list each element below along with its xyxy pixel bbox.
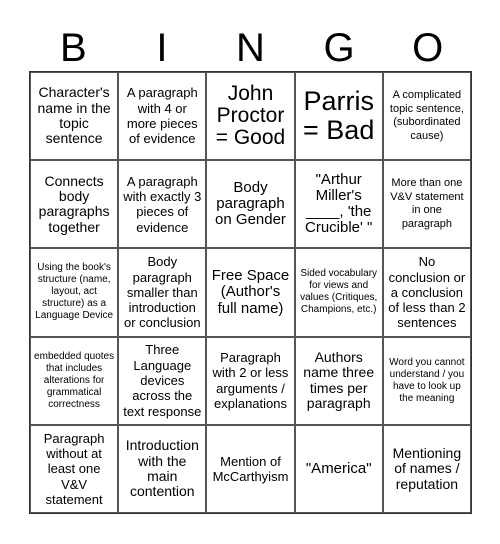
bingo-cell[interactable]: Mention of McCarthyism bbox=[206, 424, 295, 513]
bingo-cell[interactable]: No conclusion or a conclusion of less th… bbox=[382, 248, 471, 337]
header-letter-g: G bbox=[323, 26, 355, 70]
header-letter-b: B bbox=[59, 26, 87, 70]
bingo-cell[interactable]: Mentioning of names / reputation bbox=[382, 424, 471, 513]
bingo-cell[interactable]: A complicated topic sentence, (subordina… bbox=[382, 72, 471, 161]
bingo-cell[interactable]: Introduction with the main contention bbox=[118, 424, 207, 513]
bingo-cell[interactable]: A paragraph with exactly 3 pieces of evi… bbox=[118, 160, 207, 249]
bingo-cell[interactable]: Connects body paragraphs together bbox=[30, 160, 119, 249]
bingo-cell[interactable]: Three Language devices across the text r… bbox=[118, 336, 207, 425]
bingo-cell[interactable]: Authors name three times per paragraph bbox=[294, 336, 383, 425]
bingo-cell[interactable]: Paragraph with 2 or less arguments / exp… bbox=[206, 336, 295, 425]
bingo-cell[interactable]: Body paragraph smaller than introduction… bbox=[118, 248, 207, 337]
bingo-cell[interactable]: Using the book's structure (name, layout… bbox=[30, 248, 119, 337]
bingo-cell[interactable]: A paragraph with 4 or more pieces of evi… bbox=[118, 72, 207, 161]
bingo-cell[interactable]: Word you cannot understand / you have to… bbox=[382, 336, 471, 425]
bingo-cell[interactable]: "Arthur Miller's ____, 'the Crucible' " bbox=[294, 160, 383, 249]
bingo-card-grid: Character's name in the topic sentence A… bbox=[29, 71, 472, 514]
header-letter-o: O bbox=[412, 26, 444, 70]
bingo-cell[interactable]: More than one V&V statement in one parag… bbox=[382, 160, 471, 249]
bingo-cell[interactable]: Sided vocabulary for views and values (C… bbox=[294, 248, 383, 337]
bingo-cell[interactable]: John Proctor = Good bbox=[206, 72, 295, 161]
header-letter-i: I bbox=[156, 26, 168, 70]
bingo-cell[interactable]: Character's name in the topic sentence bbox=[30, 72, 119, 161]
bingo-cell[interactable]: Parris = Bad bbox=[294, 72, 383, 161]
header-letter-n: N bbox=[236, 26, 265, 70]
bingo-cell[interactable]: Body paragraph on Gender bbox=[206, 160, 295, 249]
bingo-cell[interactable]: Paragraph without at least one V&V state… bbox=[30, 424, 119, 513]
bingo-cell[interactable]: Free Space (Author's full name) bbox=[206, 248, 295, 337]
bingo-cell[interactable]: "America" bbox=[294, 424, 383, 513]
bingo-header: B I N G O bbox=[29, 26, 472, 71]
bingo-cell[interactable]: embedded quotes that includes alteration… bbox=[30, 336, 119, 425]
